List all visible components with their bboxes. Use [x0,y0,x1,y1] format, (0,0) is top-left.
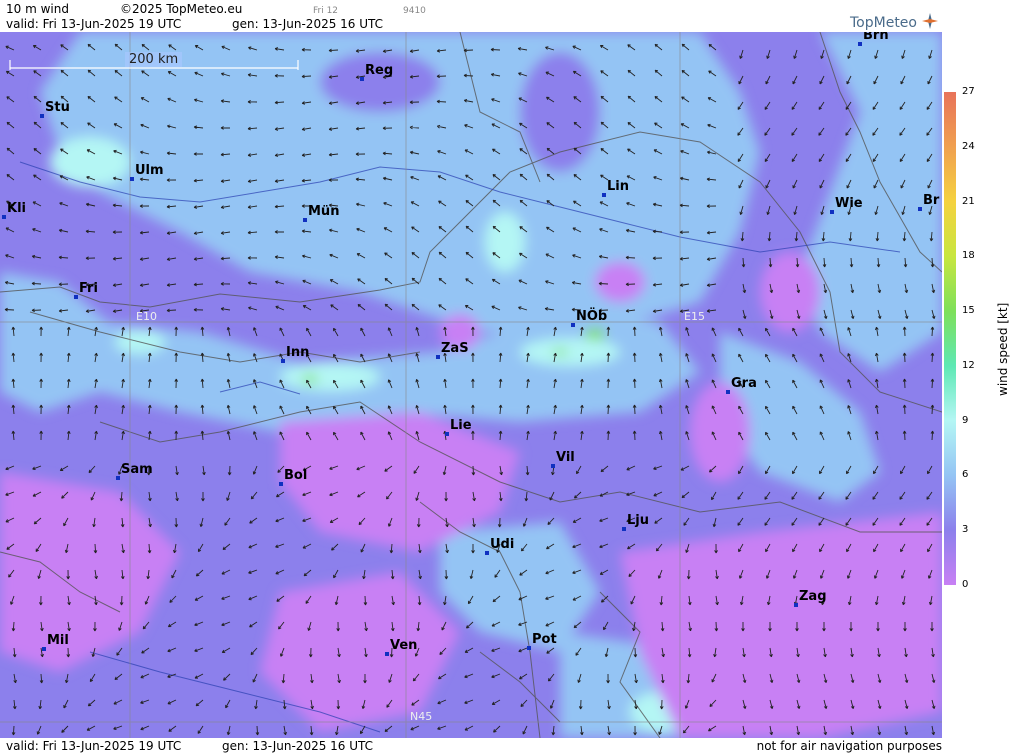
city-label: Gra [731,376,757,391]
grid-label-e15: E15 [684,310,705,323]
city-label: Brn [863,32,889,43]
wind-map-canvas [0,32,942,738]
city-label: NÖb [576,309,608,324]
city-dot [279,482,283,486]
legend-tick: 3 [962,524,969,536]
footer-note: not for air navigation purposes [756,739,942,753]
city-label: Zag [799,589,827,604]
city-dot [303,218,307,222]
city-label: Ulm [135,163,164,178]
city-label: Ven [390,638,418,653]
grid-label-e10: E10 [136,310,157,323]
legend-title: wind speed [kt] [996,302,1010,396]
legend-tick: 18 [962,250,975,262]
gen-time: gen: 13-Jun-2025 16 UTC [232,17,384,31]
city-dot [485,551,489,555]
city-dot [726,390,730,394]
city-label: Lie [450,418,472,433]
copyright: ©2025 TopMeteo.eu [120,2,243,16]
city-dot [360,77,364,81]
footer: valid: Fri 13-Jun-2025 19 UTC gen: 13-Ju… [0,739,1034,753]
city-label: Kli [7,201,26,216]
legend-tick: 21 [962,195,975,207]
footer-gen: gen: 13-Jun-2025 16 UTC [222,739,374,753]
city-dot [42,647,46,651]
city-label: Bol [284,468,308,483]
city-dot [830,210,834,214]
city-dot [551,464,555,468]
city-dot [527,646,531,650]
city-dot [445,432,449,436]
city-label: Wie [835,196,863,211]
city-dot [858,42,862,46]
city-dot [74,295,78,299]
city-label: Lin [607,179,629,194]
legend-tick: 6 [962,469,969,481]
legend-tick: 15 [962,305,975,317]
city-dot [116,476,120,480]
city-dot [385,652,389,656]
city-dot [2,215,6,219]
city-dot [571,323,575,327]
scale-bar-label: 200 km [125,52,183,67]
city-dot [918,207,922,211]
wind-map[interactable]: 200 km E10 E15 N45 Stu Reg Brn Ulm Kli Mün Lin… [0,32,942,738]
city-label: Sam [121,462,153,477]
legend-tick: 0 [962,579,969,590]
brand-logo: TopMeteo [850,12,939,31]
legend-colorbar [944,92,956,585]
city-dot [622,527,626,531]
city-dot [130,177,134,181]
city-label: Fri [79,281,98,296]
city-dot [436,355,440,359]
city-label: Mün [308,204,340,219]
city-label: Stu [45,100,70,115]
valid-time: valid: Fri 13-Jun-2025 19 UTC [6,17,182,31]
legend-tick: 9 [962,414,969,426]
city-label: Inn [286,345,310,360]
grid-label-n45: N45 [410,710,433,723]
city-label: Mil [47,633,69,648]
city-label: Reg [365,63,394,78]
city-label: Vil [556,450,575,465]
brand-name: TopMeteo [850,15,917,31]
product-title: 10 m wind [6,2,69,16]
footer-valid: valid: Fri 13-Jun-2025 19 UTC [6,739,182,753]
tab-small: Fri 12 [313,6,339,16]
legend-tick: 12 [962,359,975,371]
code-small: 9410 [403,6,426,16]
city-dot [794,603,798,607]
wind-legend: 27 24 21 18 15 12 9 6 3 0 wind speed [kt] [944,86,1034,596]
city-label: Pot [532,632,557,647]
legend-tick: 24 [962,140,975,152]
city-label: Lju [627,513,649,528]
city-label: ZaS [441,341,469,356]
compass-icon [922,13,939,29]
city-dot [40,114,44,118]
city-label: Udi [490,537,515,552]
city-dot [281,359,285,363]
city-label: Br [923,193,940,208]
city-dot [602,193,606,197]
legend-tick: 27 [962,86,975,97]
